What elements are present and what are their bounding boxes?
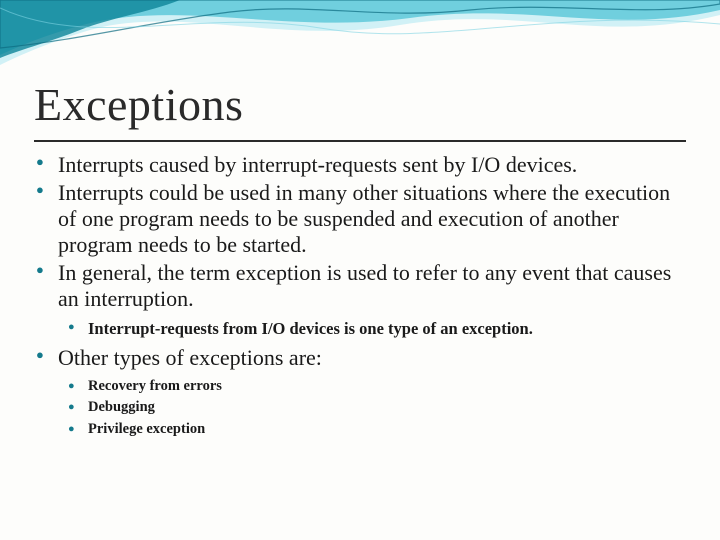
bullet-text: Other types of exceptions are: bbox=[58, 345, 322, 370]
bullet-text: In general, the term exception is used t… bbox=[58, 260, 671, 311]
sub-bullet-list: Interrupt-requests from I/O devices is o… bbox=[66, 318, 686, 339]
slide-title: Exceptions bbox=[34, 78, 243, 131]
title-underline bbox=[34, 140, 686, 142]
sub-bullet-item: Recovery from errors bbox=[66, 377, 686, 397]
sub-bullet-item: Privilege exception bbox=[66, 420, 686, 440]
slide-content: Interrupts caused by interrupt-requests … bbox=[34, 152, 686, 445]
slide: Exceptions Interrupts caused by interrup… bbox=[0, 0, 720, 540]
bullet-list: Interrupts caused by interrupt-requests … bbox=[34, 152, 686, 439]
sub-bullet-item: Interrupt-requests from I/O devices is o… bbox=[66, 318, 686, 339]
bullet-item: Other types of exceptions are: Recovery … bbox=[34, 345, 686, 440]
sub-bullet-item: Debugging bbox=[66, 398, 686, 418]
sub-bullet-list: Recovery from errors Debugging Privilege… bbox=[66, 377, 686, 440]
bullet-item: Interrupts could be used in many other s… bbox=[34, 180, 686, 258]
bullet-item: Interrupts caused by interrupt-requests … bbox=[34, 152, 686, 178]
bullet-item: In general, the term exception is used t… bbox=[34, 260, 686, 339]
